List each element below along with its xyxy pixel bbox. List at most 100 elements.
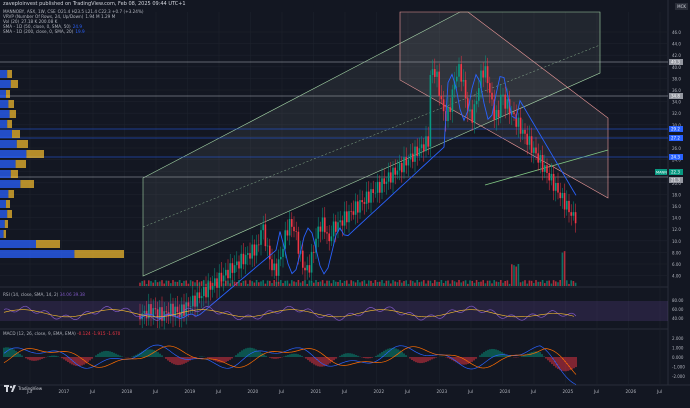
time-axis[interactable]: Jul 2017 Jul 2018 Jul 2019 Jul 2020 Jul 2021 Jul 20… <box>26 389 662 394</box>
candle-body <box>548 172 550 181</box>
macd-histogram-bar <box>133 355 135 357</box>
candle-body <box>222 275 225 282</box>
profile-bar-up <box>0 190 9 198</box>
macd-histogram-bar <box>159 353 161 357</box>
volume-bar <box>310 281 313 286</box>
candle-body <box>357 201 359 213</box>
price-tick-label: 44.0 <box>672 42 681 47</box>
rsi-legend[interactable]: RSI (14, close, SMA, 14, 2) 34.06 39.38 <box>3 292 85 297</box>
volume-bar <box>449 283 451 286</box>
macd-histogram-bar <box>87 357 89 363</box>
macd-histogram-bar <box>379 353 381 357</box>
candle-body <box>231 263 234 273</box>
candle-body <box>482 70 484 78</box>
macd-histogram-bar <box>63 357 65 360</box>
volume-bar <box>205 283 207 286</box>
macd-histogram-bar <box>157 352 159 357</box>
price-tick-label: 32.0 <box>672 111 681 116</box>
macd-histogram-bar <box>487 349 489 357</box>
macd-histogram-bar <box>89 357 91 361</box>
time-tick-label: 2021 <box>311 389 322 394</box>
candle-body <box>429 75 432 147</box>
volume-bar <box>141 281 143 286</box>
volume-bar <box>379 281 381 286</box>
macd-histogram-bar <box>43 357 45 359</box>
volume-bar <box>407 283 410 286</box>
drawing-tools[interactable] <box>0 11 668 277</box>
macd-histogram-bar <box>265 355 267 357</box>
macd-histogram-bar <box>473 357 475 361</box>
candle-body <box>519 117 522 134</box>
macd-histogram-bar <box>225 357 227 362</box>
candle-body <box>211 285 214 290</box>
candle-body <box>398 162 401 171</box>
macd-histogram-bar <box>483 352 485 357</box>
price-tick-label: 12.0 <box>672 227 681 232</box>
candle-body <box>348 211 350 223</box>
volume-bar <box>368 280 370 286</box>
price-tick-label: 18.0 <box>672 192 681 197</box>
sma200-legend[interactable]: SMA - 1D (200, close, 0, SMA, 20) 19.9 <box>3 29 85 34</box>
macd-histogram-bar <box>207 357 209 358</box>
macd-histogram-bar <box>295 353 297 357</box>
candle-body <box>372 189 374 194</box>
macd-tick-label: -2.000 <box>672 374 685 379</box>
macd-histogram-bar <box>343 353 345 357</box>
volume-bar <box>348 283 350 286</box>
macd-histogram-bar <box>239 351 241 357</box>
volume-bar <box>381 280 383 286</box>
profile-bar-down <box>10 170 18 178</box>
candle-body <box>280 256 282 260</box>
candle-body <box>495 110 498 120</box>
macd-histogram-bar <box>155 351 157 357</box>
volume-bar <box>546 280 548 286</box>
volume-bar <box>181 282 183 286</box>
candle-body <box>425 136 427 152</box>
volume-bar <box>209 280 212 286</box>
macd-histogram-bar <box>427 357 429 362</box>
macd-histogram-bar <box>409 357 411 359</box>
macd-histogram-bar <box>39 357 41 360</box>
volume-bar <box>535 280 537 286</box>
volume-bar <box>418 282 421 286</box>
price-marker-label: 22.3 <box>671 170 680 175</box>
macd-histogram-bar <box>543 356 545 357</box>
price-tick-label: 10.0 <box>672 239 681 244</box>
candle-body <box>420 144 423 149</box>
time-tick-label: Jul <box>152 389 158 394</box>
candle-body <box>282 248 284 257</box>
profile-bar-up <box>0 220 5 228</box>
macd-legend[interactable]: MACD (12, 26, close, 9, EMA, EMA) -0.124… <box>3 331 120 336</box>
volume-bar <box>385 280 388 286</box>
candle-body <box>431 69 434 76</box>
volume-bar <box>178 280 181 286</box>
ticker-badge[interactable]: MCK <box>675 3 688 10</box>
macd-histogram-bar <box>41 357 43 359</box>
macd-histogram-bar <box>469 357 471 364</box>
time-tick-label: 2020 <box>248 389 259 394</box>
volume-bar <box>313 282 315 286</box>
tradingview-brand: TradingView <box>18 386 43 391</box>
candle-body <box>544 165 546 172</box>
price-marker-label: 21.3 <box>671 178 680 183</box>
volume-bar <box>139 282 141 286</box>
macd-histogram-bar <box>121 356 123 357</box>
macd-histogram-bar <box>561 357 563 371</box>
volume-bars <box>139 251 577 286</box>
candle-body <box>255 244 258 256</box>
macd-histogram-bar <box>99 352 101 357</box>
chart-canvas[interactable]: 46.044.042.040.038.036.034.032.030.028.0… <box>0 0 690 408</box>
macd-histogram-bar <box>393 347 395 357</box>
price-tick-label: 16.0 <box>672 204 681 209</box>
macd-histogram-bar <box>109 351 111 357</box>
volume-bar <box>251 281 253 286</box>
candle-body <box>497 110 500 117</box>
profile-bar-down <box>12 130 20 138</box>
price-axis[interactable]: 46.044.042.040.038.036.034.032.030.028.0… <box>655 30 685 379</box>
volume-bar <box>352 281 355 286</box>
volume-bar <box>203 280 205 286</box>
volume-bar <box>216 282 218 286</box>
volume-bar <box>500 280 502 286</box>
candle-body <box>464 79 467 99</box>
macd-histogram-bar <box>575 357 577 368</box>
